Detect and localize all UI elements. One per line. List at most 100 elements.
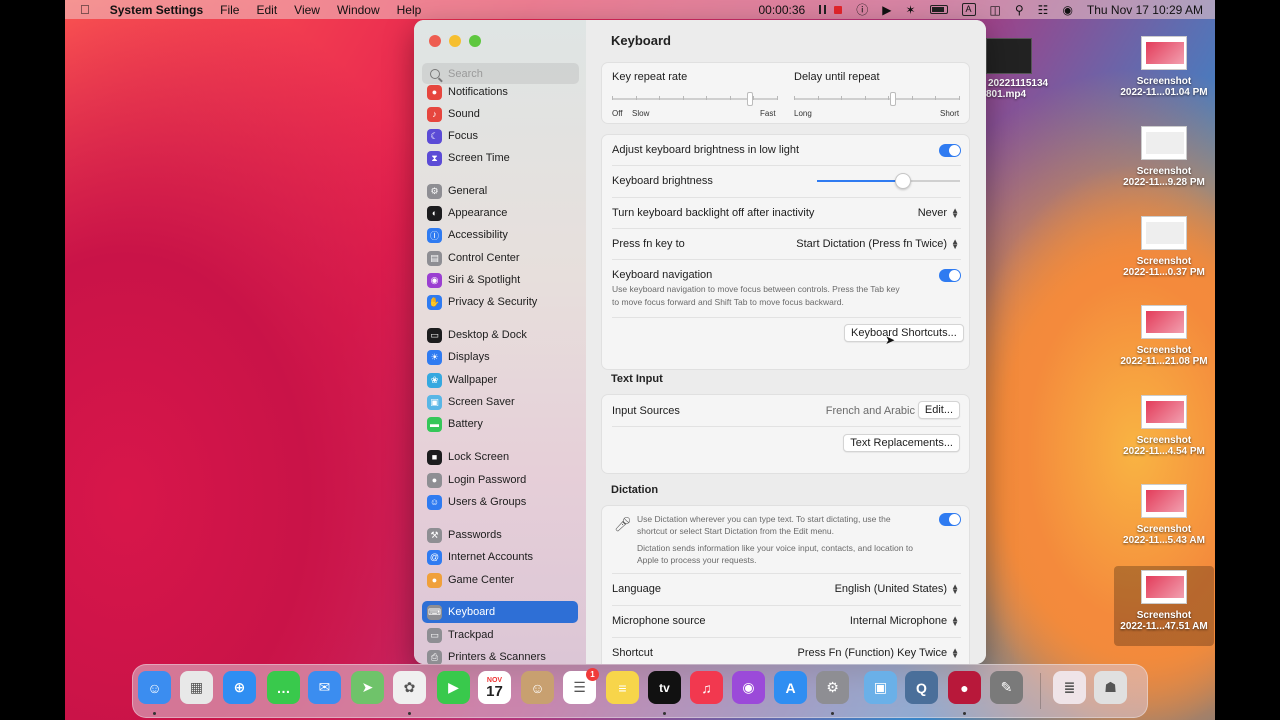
sidebar-item-label: Keyboard: [448, 606, 496, 618]
sidebar-item-appearance[interactable]: ◐ Appearance: [422, 202, 578, 224]
adjust-brightness-toggle[interactable]: [939, 144, 961, 157]
maps-icon[interactable]: ➤: [351, 671, 384, 704]
documents-icon[interactable]: ≣: [1053, 671, 1086, 704]
siri-icon[interactable]: ◉: [1062, 3, 1072, 17]
close-button[interactable]: [429, 35, 441, 47]
podcasts-icon[interactable]: ◉: [732, 671, 765, 704]
bluetooth-icon[interactable]: ✶: [905, 3, 915, 17]
sidebar-item-privacy-security[interactable]: ✋ Privacy & Security: [422, 291, 578, 313]
sidebar-item-trackpad[interactable]: ▭ Trackpad: [422, 624, 578, 646]
preview-icon[interactable]: ▣: [864, 671, 897, 704]
sidebar-item-notifications[interactable]: ● Notifications: [422, 84, 578, 103]
menu-view[interactable]: View: [294, 3, 320, 17]
desktop-screenshot[interactable]: Screenshot 2022-11...4.54 PM: [1114, 395, 1214, 457]
input-sources-edit-button[interactable]: Edit...: [917, 401, 960, 419]
sidebar-item-label: Control Center: [448, 252, 520, 264]
sidebar-item-general[interactable]: ⚙ General: [422, 180, 578, 202]
microphone-source-popup[interactable]: Internal Microphone ▲ ▼: [850, 615, 959, 628]
apple-menu-icon[interactable]: : [80, 2, 90, 17]
sidebar-item-passwords[interactable]: ⚒ Passwords: [422, 524, 578, 546]
screen-recorder-icon[interactable]: ●: [948, 671, 981, 704]
menu-window[interactable]: Window: [337, 3, 380, 17]
contacts-icon[interactable]: ☺: [521, 671, 554, 704]
sidebar-item-label: Appearance: [448, 207, 508, 219]
spotlight-icon[interactable]: ⚲: [1015, 3, 1024, 17]
facetime-icon[interactable]: ▶: [437, 671, 470, 704]
stop-recording-icon[interactable]: [834, 5, 843, 14]
music-icon[interactable]: ♫: [690, 671, 723, 704]
photos-icon[interactable]: ✿: [393, 671, 426, 704]
delay-repeat-slider[interactable]: [794, 98, 959, 100]
delay-repeat-knob[interactable]: [890, 92, 896, 106]
control-center-icon: ▤: [427, 250, 442, 266]
search-input[interactable]: Search: [422, 63, 579, 84]
sidebar-item-desktop-dock[interactable]: ▭ Desktop & Dock: [422, 324, 578, 346]
clock[interactable]: Thu Nov 17 10:29 AM: [1087, 3, 1203, 17]
sidebar-item-game-center[interactable]: ● Game Center: [422, 569, 578, 591]
language-popup[interactable]: English (United States) ▲ ▼: [835, 583, 959, 596]
desktop-screenshot[interactable]: Screenshot 2022-11...5.43 AM: [1114, 484, 1214, 546]
trash-icon[interactable]: ☗: [1094, 671, 1127, 704]
battery-icon[interactable]: [929, 5, 948, 14]
quicktime-icon[interactable]: Q: [905, 671, 938, 704]
sidebar-item-label: Login Password: [448, 474, 527, 486]
sidebar-item-login-password[interactable]: ● Login Password: [422, 469, 578, 491]
sidebar-item-control-center[interactable]: ▤ Control Center: [422, 247, 578, 269]
sidebar-item-siri-spotlight[interactable]: ◉ Siri & Spotlight: [422, 269, 578, 291]
sidebar-item-focus[interactable]: ☾ Focus: [422, 125, 578, 147]
keyboard-brightness-slider[interactable]: [817, 173, 960, 189]
backlight-off-popup[interactable]: Never ▲ ▼: [918, 207, 959, 220]
desktop-screenshot-selected[interactable]: Screenshot 2022-11...47.51 AM: [1114, 566, 1214, 646]
launchpad-icon[interactable]: ▦: [180, 671, 213, 704]
minimize-button[interactable]: [449, 35, 461, 47]
finder-icon[interactable]: ☺: [138, 671, 171, 704]
sidebar-item-keyboard[interactable]: ⌨ Keyboard: [422, 601, 578, 623]
menu-edit[interactable]: Edit: [256, 3, 277, 17]
sidebar-item-internet-accounts[interactable]: @ Internet Accounts: [422, 546, 578, 568]
sidebar-item-screen-time[interactable]: ⧗ Screen Time: [422, 147, 578, 169]
divider: [612, 228, 961, 229]
app-menu[interactable]: System Settings: [110, 3, 203, 17]
sidebar-item-battery[interactable]: ▬ Battery: [422, 413, 578, 435]
keyboard-shortcuts-button[interactable]: Keyboard Shortcuts...: [844, 324, 964, 342]
system-settings-icon[interactable]: ⚙: [816, 671, 849, 704]
shortcut-popup[interactable]: Press Fn (Function) Key Twice ▲ ▼: [798, 647, 960, 660]
sidebar-item-wallpaper[interactable]: ❀ Wallpaper: [422, 369, 578, 391]
pause-icon[interactable]: [819, 5, 827, 14]
zoom-button[interactable]: [469, 35, 481, 47]
dictation-toggle[interactable]: [939, 513, 961, 526]
text-replacements-button[interactable]: Text Replacements...: [843, 434, 960, 452]
reminders-icon[interactable]: ☰ 1: [563, 668, 599, 704]
menu-file[interactable]: File: [220, 3, 239, 17]
desktop-screenshot[interactable]: Screenshot 2022-11...9.28 PM: [1114, 126, 1214, 188]
script-editor-icon[interactable]: ✎: [990, 671, 1023, 704]
menu-help[interactable]: Help: [397, 3, 422, 17]
messages-icon[interactable]: …: [267, 671, 300, 704]
app-store-icon[interactable]: A: [774, 671, 807, 704]
input-source-icon[interactable]: A: [961, 3, 976, 16]
sidebar-item-users-groups[interactable]: ☺ Users & Groups: [422, 491, 578, 513]
sidebar-item-displays[interactable]: ☀ Displays: [422, 346, 578, 368]
accessibility-icon: Ⓘ: [427, 227, 442, 243]
desktop-screenshot[interactable]: Screenshot 2022-11...21.08 PM: [1114, 305, 1214, 367]
desktop-screenshot[interactable]: Screenshot 2022-11...01.04 PM: [1114, 36, 1214, 98]
mail-icon[interactable]: ✉: [308, 671, 341, 704]
play-icon[interactable]: ▶: [882, 3, 891, 17]
sidebar-item-lock-screen[interactable]: ■ Lock Screen: [422, 446, 578, 468]
sidebar-item-printers-scanners[interactable]: ⎙ Printers & Scanners: [422, 646, 578, 664]
status-icon[interactable]: ⓘ: [856, 1, 868, 18]
sidebar-item-accessibility[interactable]: Ⓘ Accessibility: [422, 224, 578, 246]
sidebar-item-screen-saver[interactable]: ▣ Screen Saver: [422, 391, 578, 413]
calendar-icon[interactable]: NOV 17: [478, 671, 511, 704]
fn-key-popup[interactable]: Start Dictation (Press fn Twice) ▲ ▼: [796, 238, 959, 251]
keyboard-nav-toggle[interactable]: [939, 269, 961, 282]
keyboard-brightness-knob[interactable]: [894, 173, 911, 189]
key-repeat-knob[interactable]: [747, 92, 753, 106]
control-center-icon[interactable]: ☷: [1038, 3, 1049, 17]
tv-icon[interactable]: tv: [648, 671, 681, 704]
safari-icon[interactable]: ⊕: [223, 671, 256, 704]
notes-icon[interactable]: ≡: [606, 671, 639, 704]
sidebar-item-sound[interactable]: ♪ Sound: [422, 103, 578, 125]
wifi-icon[interactable]: ◫: [990, 3, 1001, 17]
desktop-screenshot[interactable]: Screenshot 2022-11...0.37 PM: [1114, 216, 1214, 278]
